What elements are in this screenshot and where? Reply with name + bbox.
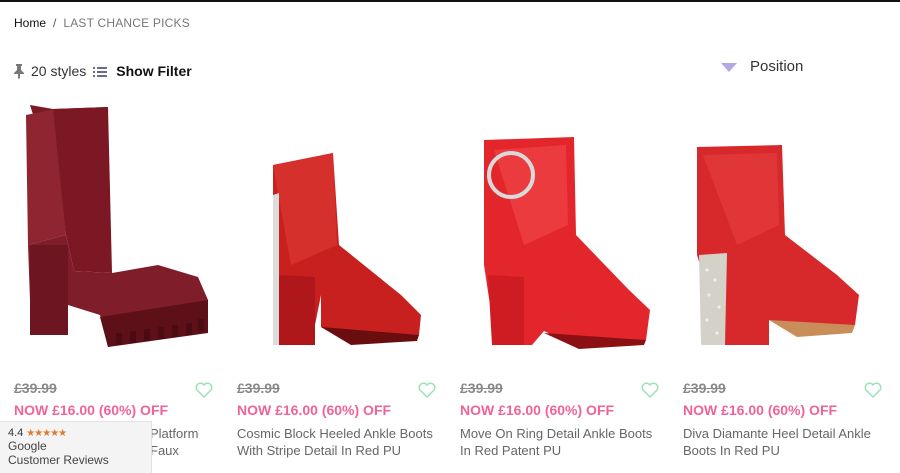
sale-price: NOW £16.00 (60%) OFF: [237, 402, 392, 418]
customer-reviews-label: Customer Reviews: [8, 453, 109, 467]
product-grid: £39.99 NOW £16.00 (60%) OFF Platform Fau…: [0, 95, 900, 473]
sort-label: Position: [750, 58, 804, 75]
old-price: £39.99: [460, 380, 503, 396]
product-name[interactable]: Move On Ring Detail Ankle Boots In Red P…: [460, 425, 660, 459]
sort-dropdown[interactable]: Position: [720, 58, 803, 75]
google-label: Google: [8, 439, 47, 453]
pin-icon: [12, 63, 26, 79]
old-price: £39.99: [237, 380, 280, 396]
heart-icon[interactable]: [864, 382, 882, 399]
product-name[interactable]: Diva Diamante Heel Detail Ankle Boots In…: [683, 425, 883, 459]
breadcrumb-current: LAST CHANCE PICKS: [63, 16, 190, 30]
old-price: £39.99: [14, 380, 57, 396]
heart-icon[interactable]: [641, 382, 659, 399]
product-name[interactable]: Platform Faux: [150, 425, 210, 459]
product-image[interactable]: [231, 95, 439, 360]
top-border: [0, 0, 900, 2]
google-reviews-badge[interactable]: 4.4 ★★★★★ Google Customer Reviews: [0, 421, 152, 473]
breadcrumb: Home / LAST CHANCE PICKS: [14, 16, 190, 30]
sale-price: NOW £16.00 (60%) OFF: [683, 402, 838, 418]
rating-value: 4.4: [8, 427, 24, 439]
old-price: £39.99: [683, 380, 726, 396]
star-rating-icon: ★★★★★: [26, 427, 67, 439]
show-filter-button[interactable]: Show Filter: [116, 63, 191, 79]
product-card[interactable]: £39.99 NOW £16.00 (60%) OFF Move On Ring…: [446, 95, 669, 473]
chevron-down-icon: [720, 61, 738, 73]
heart-icon[interactable]: [418, 382, 436, 399]
breadcrumb-home-link[interactable]: Home: [14, 16, 46, 30]
product-card[interactable]: £39.99 NOW £16.00 (60%) OFF Diva Diamant…: [669, 95, 892, 473]
sale-price: NOW £16.00 (60%) OFF: [460, 402, 615, 418]
breadcrumb-separator: /: [53, 16, 57, 30]
product-image[interactable]: [8, 95, 216, 360]
product-name-line1: Platform: [150, 426, 199, 441]
heart-icon[interactable]: [195, 382, 213, 399]
list-icon[interactable]: [93, 65, 108, 77]
styles-count: 20 styles: [31, 63, 87, 79]
product-image[interactable]: [454, 95, 662, 360]
product-image[interactable]: [677, 95, 885, 360]
product-card[interactable]: £39.99 NOW £16.00 (60%) OFF Cosmic Block…: [223, 95, 446, 473]
listing-toolbar: 20 styles Show Filter: [12, 63, 192, 79]
rating-row: 4.4 ★★★★★: [8, 427, 143, 439]
product-card[interactable]: £39.99 NOW £16.00 (60%) OFF Platform Fau…: [0, 95, 223, 473]
product-name-line2: Faux: [150, 443, 179, 458]
product-name[interactable]: Cosmic Block Heeled Ankle Boots With Str…: [237, 425, 437, 459]
sale-price: NOW £16.00 (60%) OFF: [14, 402, 169, 418]
